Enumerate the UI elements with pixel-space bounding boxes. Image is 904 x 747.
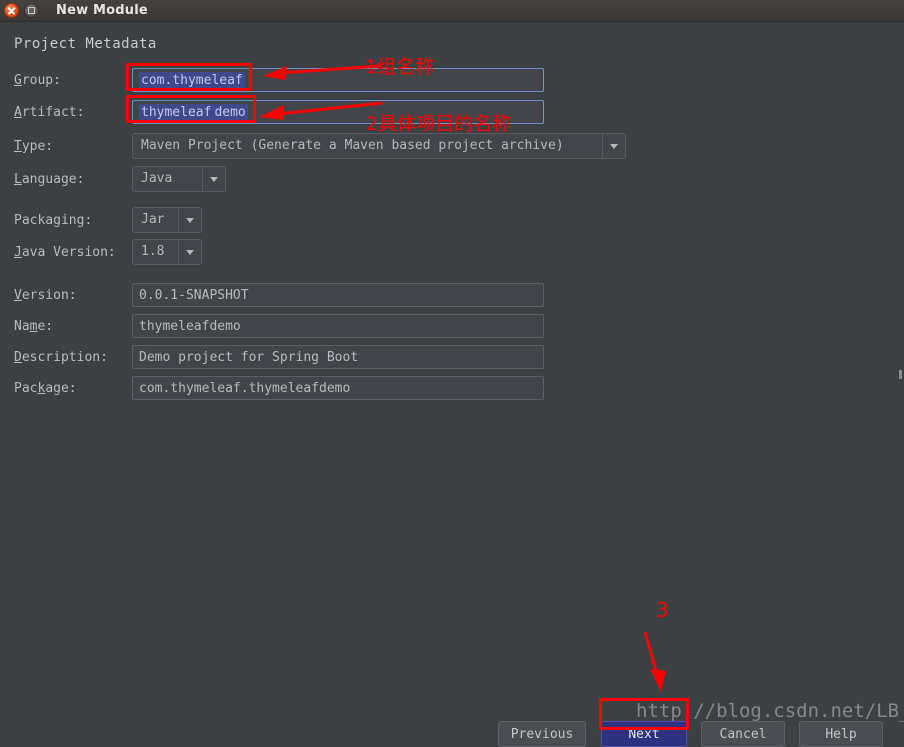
form-row-description: Description: Demo project for Spring Boo…: [14, 345, 544, 369]
edge-artifact-mark: [899, 370, 902, 379]
chevron-down-icon[interactable]: [178, 208, 201, 232]
chevron-down-icon[interactable]: [602, 134, 625, 158]
annotation-label-3: 3: [656, 598, 669, 622]
type-combobox-value: Maven Project (Generate a Maven based pr…: [141, 138, 564, 153]
package-input[interactable]: com.thymeleaf.thymeleafdemo: [132, 376, 544, 400]
form-row-language: Language: Java: [14, 166, 226, 192]
label-packaging: Packaging:: [14, 212, 93, 228]
java-version-combobox[interactable]: 1.8: [132, 239, 202, 265]
name-input[interactable]: thymeleafdemo: [132, 314, 544, 338]
label-artifact: Artifact:: [14, 104, 85, 120]
label-group: Group:: [14, 72, 61, 88]
window-title: New Module: [56, 3, 148, 18]
annotation-label-1: 1组名称: [365, 56, 435, 78]
type-combobox[interactable]: Maven Project (Generate a Maven based pr…: [132, 133, 626, 159]
packaging-combobox-value: Jar: [141, 212, 165, 227]
language-combobox-value: Java: [141, 171, 173, 186]
help-button[interactable]: Help: [799, 721, 883, 747]
form-row-version: Version: 0.0.1-SNAPSHOT: [14, 283, 544, 307]
form-row-java-version: Java Version: 1.8: [14, 239, 202, 265]
cancel-button[interactable]: Cancel: [701, 721, 785, 747]
label-type: Type:: [14, 138, 54, 154]
packaging-combobox[interactable]: Jar: [132, 207, 202, 233]
version-input[interactable]: 0.0.1-SNAPSHOT: [132, 283, 544, 307]
form-row-group: Group: com.thymeleaf: [14, 68, 544, 92]
page-title: Project Metadata: [14, 36, 157, 52]
window-titlebar: New Module: [0, 0, 904, 22]
form-row-packaging: Packaging: Jar: [14, 207, 202, 233]
label-description: Description:: [14, 349, 108, 365]
language-combobox[interactable]: Java: [132, 166, 226, 192]
close-icon[interactable]: [4, 3, 19, 18]
form-row-package: Package: com.thymeleaf.thymeleafdemo: [14, 376, 544, 400]
artifact-input-value-after-caret: demo: [212, 104, 248, 121]
annotation-label-2: 2具体项目的名称: [366, 113, 512, 135]
artifact-input-value-before-caret: thymeleaf: [139, 104, 214, 121]
label-name: Name:: [14, 318, 54, 334]
next-button[interactable]: Next: [601, 721, 687, 747]
label-language: Language:: [14, 171, 85, 187]
form-row-name: Name: thymeleafdemo: [14, 314, 544, 338]
label-package: Package:: [14, 380, 77, 396]
label-java-version: Java Version:: [14, 244, 116, 260]
group-input[interactable]: com.thymeleaf: [132, 68, 544, 92]
maximize-icon[interactable]: [24, 3, 39, 18]
chevron-down-icon[interactable]: [178, 240, 201, 264]
chevron-down-icon[interactable]: [202, 167, 225, 191]
java-version-combobox-value: 1.8: [141, 244, 165, 259]
group-input-value: com.thymeleaf: [139, 72, 245, 89]
form-row-type: Type: Maven Project (Generate a Maven ba…: [14, 133, 626, 159]
description-input[interactable]: Demo project for Spring Boot: [132, 345, 544, 369]
previous-button[interactable]: Previous: [498, 721, 586, 747]
label-version: Version:: [14, 287, 77, 303]
dialog-button-bar: Previous Next Cancel Help: [0, 700, 904, 747]
